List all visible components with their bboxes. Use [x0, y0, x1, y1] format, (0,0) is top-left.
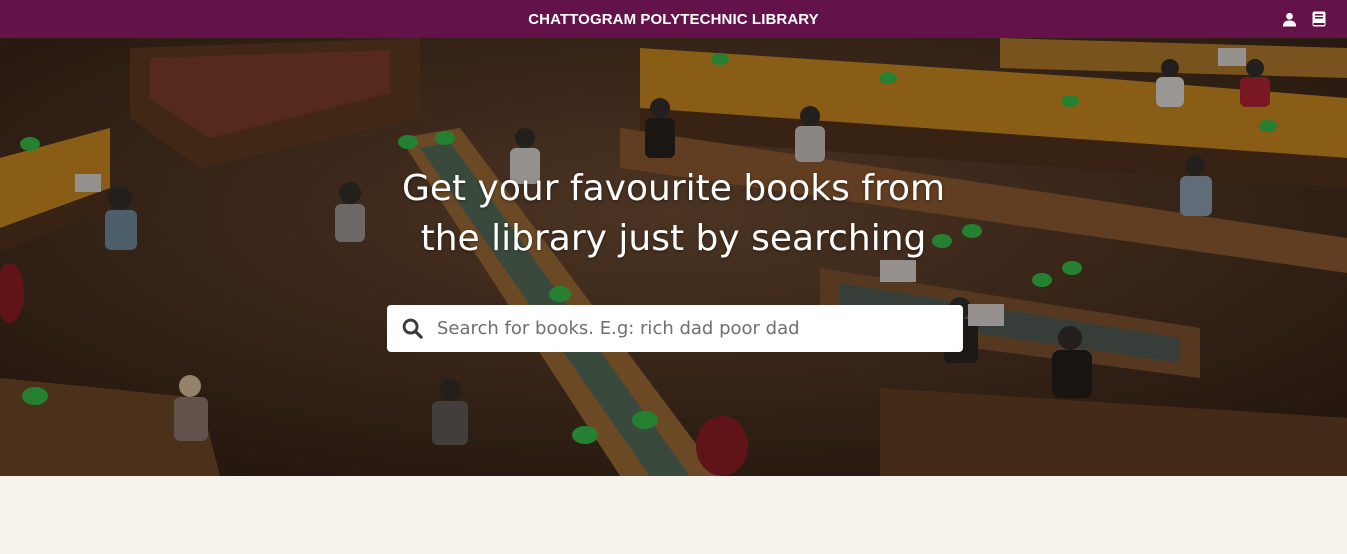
- search-box[interactable]: [387, 305, 963, 352]
- top-navbar: CHATTOGRAM POLYTECHNIC LIBRARY: [0, 0, 1347, 38]
- navbar-icons: [1281, 0, 1327, 38]
- page-content-area: [0, 476, 1347, 554]
- hero-heading-line-2: the library just by searching: [420, 218, 927, 259]
- hero-heading: Get your favourite books from the librar…: [0, 164, 1347, 264]
- hero-banner: Get your favourite books from the librar…: [0, 38, 1347, 476]
- hero-heading-line-1: Get your favourite books from: [401, 168, 946, 209]
- site-title[interactable]: CHATTOGRAM POLYTECHNIC LIBRARY: [528, 11, 819, 28]
- book-icon[interactable]: [1311, 11, 1327, 27]
- search-input[interactable]: [435, 317, 939, 340]
- search-icon[interactable]: [401, 318, 423, 340]
- user-icon[interactable]: [1281, 11, 1297, 27]
